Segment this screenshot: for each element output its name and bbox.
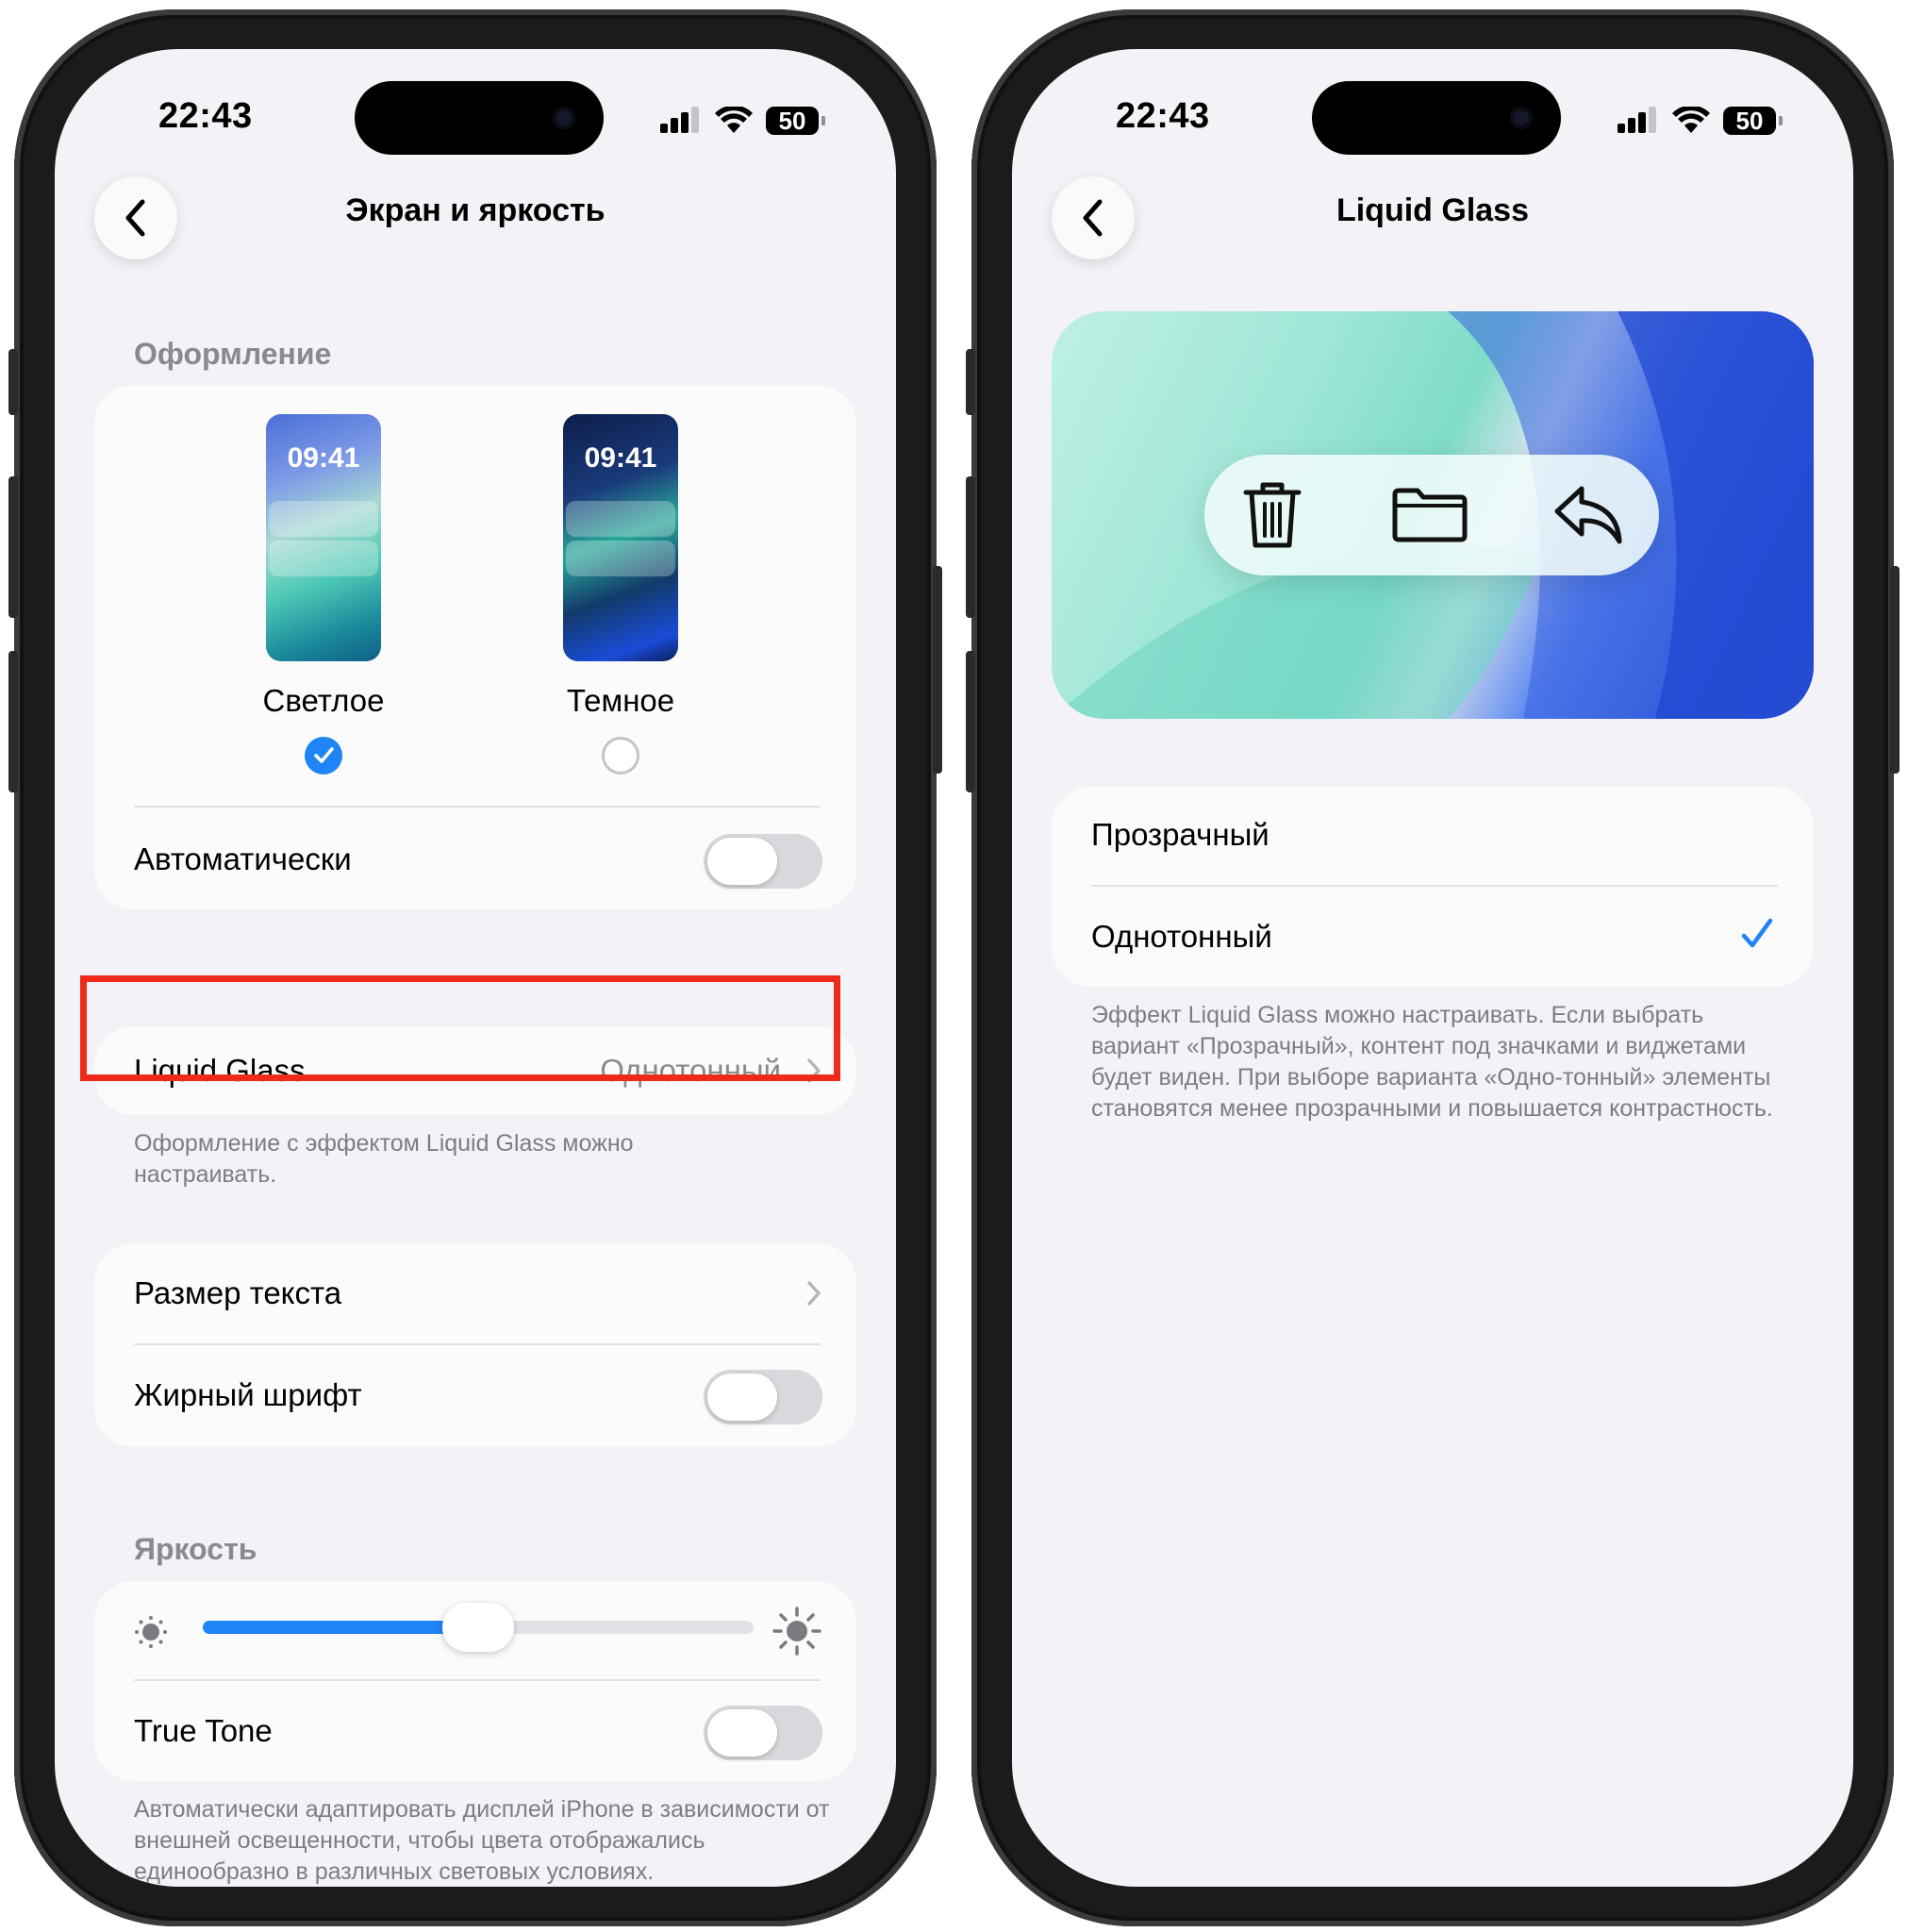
folder-icon (1392, 488, 1468, 542)
true-tone-footnote: Автоматически адаптировать дисплей iPhon… (134, 1796, 830, 1885)
text-size-row[interactable]: Размер текста (94, 1243, 856, 1343)
action-button (966, 349, 975, 415)
brightness-slider[interactable] (203, 1603, 754, 1652)
phone-left: 22:43 50 Экран и яркость Оформление 09:4… (8, 9, 942, 1926)
highlight-box (80, 975, 840, 1081)
dark-mode-label: Темное (566, 683, 675, 718)
volume-down-button (8, 651, 18, 792)
auto-appearance-toggle[interactable] (704, 834, 822, 889)
brightness-card: True Tone (94, 1581, 856, 1781)
battery-indicator: 50 (766, 107, 825, 135)
wifi-icon (1672, 107, 1710, 133)
volume-up-button (8, 476, 18, 618)
preview-widget (269, 541, 378, 576)
page-title: Экран и яркость (345, 192, 606, 228)
preview-widget (566, 541, 675, 576)
phone-right: 22:43 50 Liquid Glass Прозрачный Однотон… (966, 9, 1900, 1926)
screen-liquid-glass: 22:43 50 Liquid Glass Прозрачный Однотон… (1012, 49, 1853, 1887)
cellular-signal-icon (1618, 107, 1656, 133)
glass-toolbar (1204, 455, 1659, 575)
brightness-slider-thumb[interactable] (442, 1603, 514, 1652)
front-camera (553, 107, 575, 129)
divider (134, 806, 821, 808)
light-mode-preview[interactable]: 09:41 (266, 414, 381, 661)
auto-appearance-label: Автоматически (134, 841, 352, 876)
section-header-appearance: Оформление (134, 337, 332, 371)
brightness-low-icon (135, 1616, 167, 1648)
preview-time-light: 09:41 (287, 442, 360, 474)
screen-display-settings: 22:43 50 Экран и яркость Оформление 09:4… (55, 49, 896, 1887)
light-mode-label: Светлое (262, 683, 385, 718)
brightness-high-icon (772, 1607, 821, 1656)
dark-mode-preview[interactable]: 09:41 (563, 414, 678, 661)
liquid-glass-footnote: Оформление с эффектом Liquid Glass можно… (134, 1130, 634, 1188)
text-size-label: Размер текста (134, 1275, 342, 1310)
dynamic-island (355, 81, 604, 155)
liquid-glass-preview (1052, 311, 1814, 719)
side-button (1890, 566, 1900, 774)
side-button (933, 566, 942, 774)
brightness-slider-fill (203, 1621, 478, 1634)
status-icons: 50 (1616, 104, 1783, 138)
dynamic-island (1312, 81, 1561, 155)
wifi-icon (715, 107, 753, 133)
section-header-brightness: Яркость (134, 1532, 257, 1566)
front-camera (1510, 107, 1533, 129)
option-label: Прозрачный (1091, 817, 1269, 852)
divider (134, 1343, 821, 1345)
chevron-right-icon (807, 1281, 821, 1306)
checkmark-icon (1741, 918, 1773, 948)
battery-indicator: 50 (1723, 107, 1783, 135)
preview-widget (269, 501, 378, 537)
glass-style-options-card: Прозрачный Однотонный (1052, 787, 1814, 987)
option-label: Однотонный (1091, 919, 1272, 954)
true-tone-label: True Tone (134, 1713, 273, 1748)
cellular-signal-icon (660, 107, 699, 133)
preview-widget (566, 501, 675, 537)
true-tone-toggle[interactable] (704, 1706, 822, 1760)
option-transparent[interactable]: Прозрачный (1052, 787, 1814, 885)
divider (134, 1679, 821, 1681)
light-mode-radio[interactable] (305, 737, 342, 774)
trash-icon (1243, 482, 1302, 548)
volume-down-button (966, 651, 975, 792)
bold-text-toggle[interactable] (704, 1370, 822, 1424)
liquid-glass-description: Эффект Liquid Glass можно настраивать. Е… (1091, 1002, 1773, 1122)
volume-up-button (966, 476, 975, 618)
dark-mode-radio[interactable] (602, 737, 639, 774)
status-time: 22:43 (158, 96, 253, 136)
option-tinted[interactable]: Однотонный (1052, 887, 1814, 987)
text-settings-card: Размер текста Жирный шрифт (94, 1243, 856, 1447)
page-title: Liquid Glass (1336, 192, 1530, 228)
preview-time-dark: 09:41 (584, 442, 657, 474)
checkmark-icon (314, 747, 334, 763)
status-icons: 50 (658, 104, 825, 138)
reply-icon (1554, 486, 1622, 544)
status-time: 22:43 (1116, 96, 1210, 136)
action-button (8, 349, 18, 415)
bold-text-label: Жирный шрифт (134, 1377, 362, 1412)
appearance-card: 09:41 09:41 Светлое Темное Автоматически (94, 385, 856, 909)
